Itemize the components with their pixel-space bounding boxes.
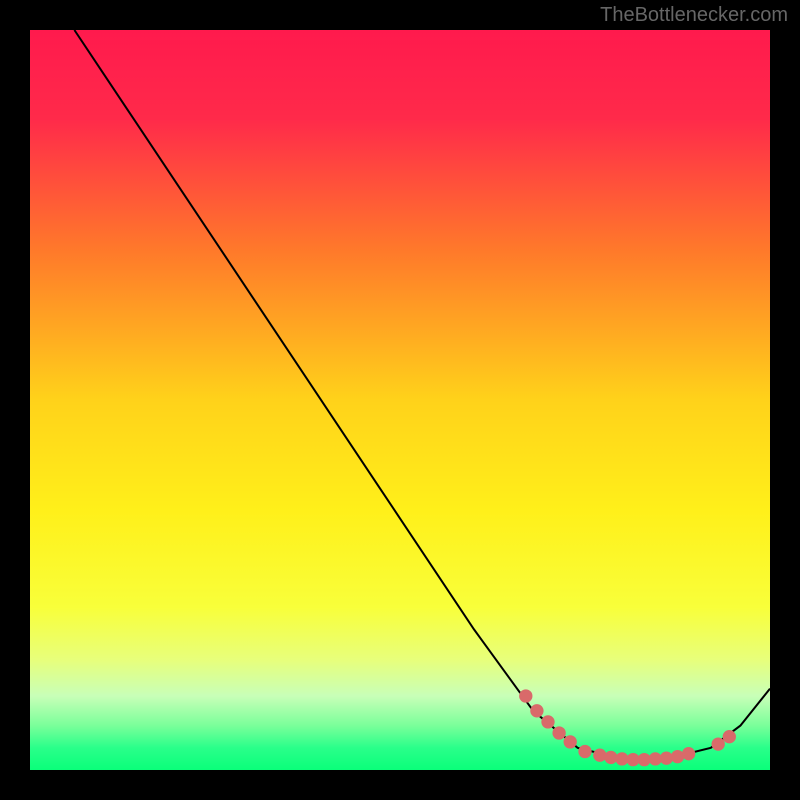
marker-dot bbox=[593, 749, 606, 762]
marker-dot bbox=[564, 735, 577, 748]
marker-dot bbox=[552, 726, 565, 739]
marker-dot bbox=[541, 715, 554, 728]
marker-dot bbox=[519, 689, 532, 702]
chart-curve-layer bbox=[30, 30, 770, 770]
marker-dot bbox=[723, 730, 736, 743]
marker-dot bbox=[682, 747, 695, 760]
marker-dot bbox=[712, 737, 725, 750]
marker-dot bbox=[578, 745, 591, 758]
watermark-text: TheBottlenecker.com bbox=[600, 4, 788, 27]
marker-dot bbox=[530, 704, 543, 717]
bottleneck-curve bbox=[74, 30, 770, 759]
data-markers bbox=[519, 689, 736, 766]
plot-area bbox=[30, 30, 770, 770]
